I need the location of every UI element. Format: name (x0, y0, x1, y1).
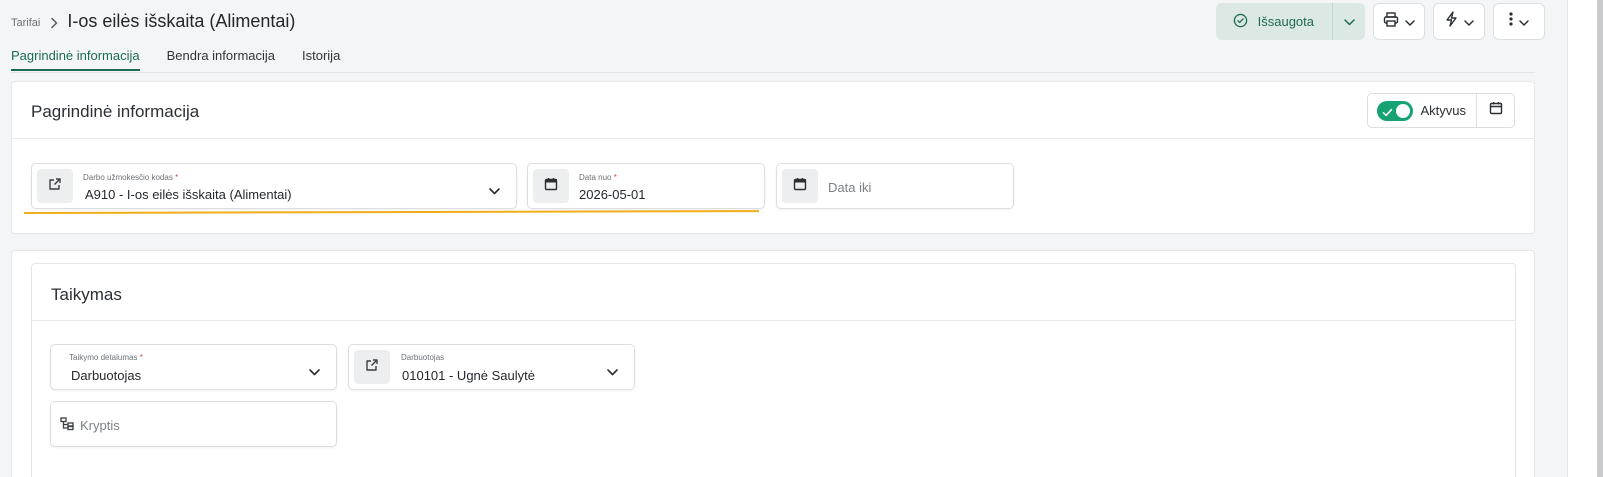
toolbar: Išsaugota (1215, 3, 1545, 40)
tabs-divider (11, 72, 1535, 73)
calendar-icon (1489, 101, 1503, 120)
more-menu-button[interactable] (1493, 3, 1545, 40)
chevron-down-icon (1463, 13, 1474, 31)
calendar-icon (793, 177, 807, 196)
external-link-icon (365, 358, 379, 377)
chevron-right-icon (50, 17, 58, 29)
detail-level-label: Taikymo detalumas * (69, 353, 143, 362)
save-status-label: Išsaugota (1257, 14, 1314, 29)
page-header: Tarifai I-os eilės išskaita (Alimentai) … (0, 0, 1567, 44)
actions-menu-button[interactable] (1433, 3, 1485, 40)
scope-title: Taikymas (51, 285, 122, 304)
hierarchy-icon (60, 417, 74, 436)
open-link-button[interactable] (37, 169, 73, 203)
breadcrumb-link-tarifai[interactable]: Tarifai (11, 17, 40, 29)
date-to-placeholder: Data iki (828, 180, 872, 195)
tab-istorija[interactable]: Istorija (302, 48, 340, 71)
chevron-down-icon (1405, 13, 1415, 31)
more-vertical-icon (1509, 12, 1513, 31)
employee-label: Darbuotojas (401, 353, 445, 362)
chevron-down-icon (309, 363, 320, 381)
external-link-icon (48, 177, 62, 196)
date-to-picker-button[interactable] (782, 169, 818, 203)
open-employee-button[interactable] (354, 350, 390, 384)
page-title: I-os eilės išskaita (Alimentai) (67, 11, 296, 31)
printer-icon (1383, 11, 1399, 32)
breadcrumb: Tarifai I-os eilės išskaita (Alimentai) (11, 11, 296, 33)
chevron-down-icon (489, 182, 500, 200)
detail-level-value: Darbuotojas (71, 368, 142, 383)
scrollbar-track[interactable] (1567, 0, 1603, 477)
pay-code-label: Darbo užmokesčio kodas * (83, 173, 179, 182)
pay-code-select[interactable]: Darbo užmokesčio kodas * A910 - I-os eil… (31, 163, 517, 209)
status-control: Aktyvus (1367, 93, 1515, 128)
chevron-down-icon (1519, 13, 1529, 31)
check-circle-icon (1233, 13, 1248, 31)
detail-level-select[interactable]: Taikymo detalumas * Darbuotojas (50, 344, 337, 390)
calendar-icon (544, 177, 558, 196)
date-to-field[interactable]: Data iki (776, 163, 1014, 209)
date-from-value: 2026-05-01 (579, 187, 646, 202)
employee-value: 010101 - Ugnė Saulytė (402, 368, 535, 383)
date-from-picker-button[interactable] (533, 169, 569, 203)
check-icon (1382, 105, 1393, 123)
employee-select[interactable]: Darbuotojas 010101 - Ugnė Saulytė (348, 344, 635, 390)
tab-bar: Pagrindinė informacija Bendra informacij… (11, 48, 340, 71)
main-info-title: Pagrindinė informacija (31, 102, 200, 121)
direction-placeholder: Kryptis (80, 418, 120, 433)
save-options-dropdown[interactable] (1332, 3, 1365, 40)
pay-code-value: A910 - I-os eilės išskaita (Alimentai) (85, 187, 292, 202)
status-label: Aktyvus (1420, 103, 1466, 118)
save-split-button: Išsaugota (1215, 3, 1365, 40)
scrollbar-thumb[interactable] (1597, 0, 1603, 477)
toggle-knob (1396, 103, 1411, 118)
status-toggle-wrap: Aktyvus (1368, 94, 1477, 127)
scope-card-header: Taikymas (32, 264, 1515, 321)
lightning-icon (1445, 11, 1458, 32)
date-from-field[interactable]: Data nuo * 2026-05-01 (527, 163, 765, 209)
chevron-down-icon (1343, 13, 1355, 31)
tab-bendra-informacija[interactable]: Bendra informacija (167, 48, 275, 71)
status-period-button[interactable] (1477, 94, 1514, 127)
save-status-button[interactable]: Išsaugota (1216, 3, 1332, 40)
date-from-label: Data nuo * (579, 173, 617, 182)
chevron-down-icon (607, 363, 618, 381)
print-menu-button[interactable] (1373, 3, 1425, 40)
main-info-card-header: Pagrindinė informacija Aktyvus (12, 82, 1534, 139)
direction-field[interactable]: Kryptis (50, 401, 337, 447)
active-toggle[interactable] (1377, 100, 1414, 123)
tab-pagrindine-informacija[interactable]: Pagrindinė informacija (11, 48, 140, 71)
